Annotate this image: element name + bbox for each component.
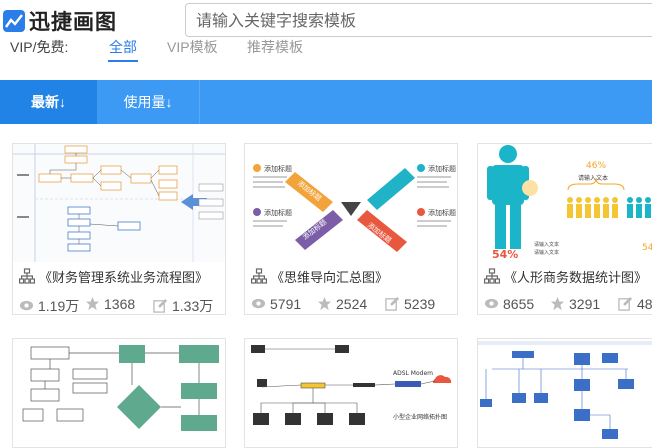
infographic-thumbnail-image: 46% 请输入文本 54% 请输入文本 请输入文本 54 [478,144,652,262]
search-box[interactable] [185,3,652,37]
eye-icon [251,298,266,309]
view-count-value: 1.19万 [38,298,80,314]
mindmap-label: 添加标题 [264,208,292,217]
org-chart-icon [19,268,35,284]
mindmap-label: 添加标题 [428,164,456,173]
template-stats: 5791 2524 5239 [245,294,457,314]
eye-icon [19,300,34,311]
search-input[interactable] [196,10,636,30]
percentage-label: 46% [586,161,606,171]
edit-count-value: 48 [637,296,652,312]
filter-active-underline [108,60,138,62]
filter-label: VIP/免费: [10,39,69,55]
template-title[interactable]: 《财务管理系统业务流程图》 [39,267,208,286]
template-stats: 8655 3291 48 [478,294,652,314]
like-count: 2524 [317,296,367,312]
org-chart-icon [251,268,267,284]
edit-icon [385,296,400,311]
mindmap-label: 添加标题 [428,208,456,217]
template-title[interactable]: 《思维导向汇总图》 [271,267,388,286]
filter-option-all[interactable]: 全部 [109,38,137,56]
eye-icon [484,298,499,309]
logo-text: 迅捷画图 [29,10,117,34]
template-thumbnail[interactable]: 添加标题 添加标题 添加标题 添加标题 添加标题 添加标题 添加标题 添加标题 [245,144,457,262]
view-count: 1.19万 [19,296,80,314]
template-card[interactable]: 46% 请输入文本 54% 请输入文本 请输入文本 54 [477,143,652,315]
sort-tab-newest[interactable]: 最新↓ [0,80,97,124]
text-placeholder: 请输入文本 [534,241,559,248]
text-placeholder: 请输入文本 [578,174,608,182]
edit-count: 48 [618,296,652,312]
edit-count: 5239 [385,296,435,312]
view-count: 5791 [251,296,301,312]
diagram-caption: 小型企业网络拓扑图 [393,413,447,421]
org-chart-icon [484,268,500,284]
template-stats: 1.19万 1368 1.33万 [13,294,225,314]
sort-divider [199,80,200,124]
view-count-value: 8655 [503,296,535,312]
logo-chart-icon [3,10,25,32]
edit-count: 1.33万 [153,296,214,314]
filter-option-vip[interactable]: VIP模板 [167,38,218,56]
percentage-label: 54% [492,248,518,261]
template-title-row[interactable]: 《财务管理系统业务流程图》 [13,262,225,292]
header: 迅捷画图 [0,0,652,40]
view-count-value: 5791 [270,296,302,312]
edit-icon [618,296,633,311]
filter-option-recommended[interactable]: 推荐模板 [247,38,303,56]
like-count-value: 3291 [569,296,601,312]
percentage-label: 54 [642,243,652,253]
sort-tab-usage[interactable]: 使用量↓ [97,80,199,124]
star-icon [317,296,332,311]
like-count-value: 1368 [104,296,136,312]
template-thumbnail[interactable] [13,144,225,262]
device-label: ADSL Modem [393,370,433,377]
template-thumbnail[interactable]: ADSL Modem 小型企业网络拓扑图 [245,339,457,447]
template-card[interactable]: 添加标题 添加标题 添加标题 添加标题 添加标题 添加标题 添加标题 添加标题 [244,143,458,315]
template-thumbnail[interactable] [13,339,225,447]
star-icon [550,296,565,311]
filter-row: VIP/免费: 全部 VIP模板 推荐模板 [0,38,652,62]
template-card[interactable] [477,338,652,448]
template-card[interactable] [12,338,226,448]
template-card[interactable]: 《财务管理系统业务流程图》 1.19万 1368 1.33万 [12,143,226,315]
text-placeholder: 请输入文本 [534,249,559,256]
flowchart-thumbnail-image [13,144,225,262]
template-thumbnail[interactable] [478,339,652,447]
edit-count-value: 1.33万 [172,298,214,314]
orgchart-thumbnail-image [478,339,652,447]
edit-icon [153,298,168,313]
like-count: 1368 [85,296,135,312]
network-thumbnail-image: ADSL Modem 小型企业网络拓扑图 [245,339,457,447]
template-thumbnail[interactable]: 46% 请输入文本 54% 请输入文本 请输入文本 54 [478,144,652,262]
like-count: 3291 [550,296,600,312]
template-title[interactable]: 《人形商务数据统计图》 [504,267,647,286]
star-icon [85,296,100,311]
mindmap-label: 添加标题 [264,164,292,173]
template-title-row[interactable]: 《人形商务数据统计图》 [478,262,652,292]
flowchart-thumbnail-image [13,339,225,447]
template-card[interactable]: ADSL Modem 小型企业网络拓扑图 [244,338,458,448]
template-title-row[interactable]: 《思维导向汇总图》 [245,262,457,292]
view-count: 8655 [484,296,534,312]
like-count-value: 2524 [336,296,368,312]
sort-bar: 最新↓ 使用量↓ [0,80,652,124]
logo[interactable]: 迅捷画图 [2,6,117,36]
edit-count-value: 5239 [404,296,436,312]
mindmap-thumbnail-image: 添加标题 添加标题 添加标题 添加标题 添加标题 添加标题 添加标题 添加标题 [245,144,457,262]
